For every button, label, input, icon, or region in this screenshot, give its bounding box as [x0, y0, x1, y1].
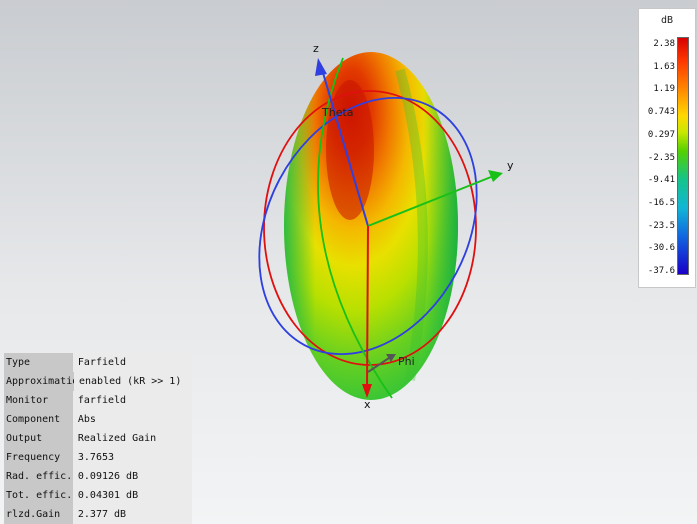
info-row: Component Abs	[4, 410, 192, 429]
info-key: Component	[4, 410, 73, 429]
info-value: Farfield	[72, 353, 192, 372]
info-key: Approximation	[4, 372, 84, 391]
info-key: Frequency	[4, 448, 73, 467]
legend-tick-label: 0.297	[647, 129, 675, 140]
legend-tick-label: 2.38	[653, 39, 675, 49]
y-axis-label: y	[507, 159, 514, 172]
x-axis	[366, 225, 369, 393]
legend-tick-label: -37.6	[647, 266, 675, 276]
farfield-info-table: Type Farfield Approximation enabled (kR >> …	[4, 353, 192, 524]
z-axis-label: z	[313, 42, 319, 55]
legend-tick-label: -30.6	[647, 243, 675, 254]
info-key: Type	[4, 353, 73, 372]
legend-tick-label: -23.5	[647, 220, 675, 231]
info-value: Abs	[72, 410, 192, 429]
legend-tick-label: 1.19	[653, 84, 675, 95]
legend-tick-label: 1.63	[653, 61, 675, 72]
y-axis-arrow	[488, 170, 503, 182]
radiation-lobe-hotspot	[326, 80, 374, 220]
info-value: farfield (f=3.7653) [2]	[72, 391, 192, 425]
info-row: Tot. effic. 0.04301 dB	[4, 486, 192, 505]
info-value: 0.04301 dB	[72, 486, 192, 505]
theta-label: Theta	[321, 106, 354, 119]
z-axis-arrow	[315, 58, 327, 76]
info-value: Realized Gain	[72, 429, 192, 448]
info-value: enabled (kR >> 1)	[74, 372, 192, 391]
info-value: 3.7653	[72, 448, 192, 467]
info-row: Frequency 3.7653	[4, 448, 192, 467]
info-value: 0.09126 dB	[72, 467, 192, 486]
info-key: Monitor	[4, 391, 73, 410]
phi-label: Phi	[398, 355, 415, 368]
legend-tick-label: -9.41	[647, 175, 675, 186]
info-row: Approximation enabled (kR >> 1)	[4, 372, 192, 391]
legend-tick-label: 0.743	[647, 107, 675, 118]
info-row: Monitorfarfield (f=3.7653) [2]	[4, 391, 192, 425]
info-row: Rad. effic. 0.09126 dB	[4, 467, 192, 486]
info-row: Type Farfield	[4, 353, 192, 372]
x-axis-label: x	[364, 398, 371, 411]
legend-unit: dB	[660, 15, 674, 26]
info-key: rlzd.Gain	[4, 505, 73, 524]
legend-tick-label: -16.5	[647, 197, 675, 208]
info-key: Output	[4, 429, 73, 448]
info-key: Rad. effic.	[4, 467, 73, 486]
info-row: rlzd.Gain 2.377 dB	[4, 505, 192, 524]
info-key: Tot. effic.	[4, 486, 73, 505]
color-scale-legend: dB 2.38 1.63 1.19 0.743 0.297 -2.35 -9.41 -16.5…	[638, 8, 696, 288]
legend-tick-label: -2.35	[647, 152, 675, 163]
legend-color-bar	[677, 37, 689, 275]
info-value: 2.377 dB	[72, 505, 192, 524]
info-row: Output Realized Gain	[4, 429, 192, 448]
